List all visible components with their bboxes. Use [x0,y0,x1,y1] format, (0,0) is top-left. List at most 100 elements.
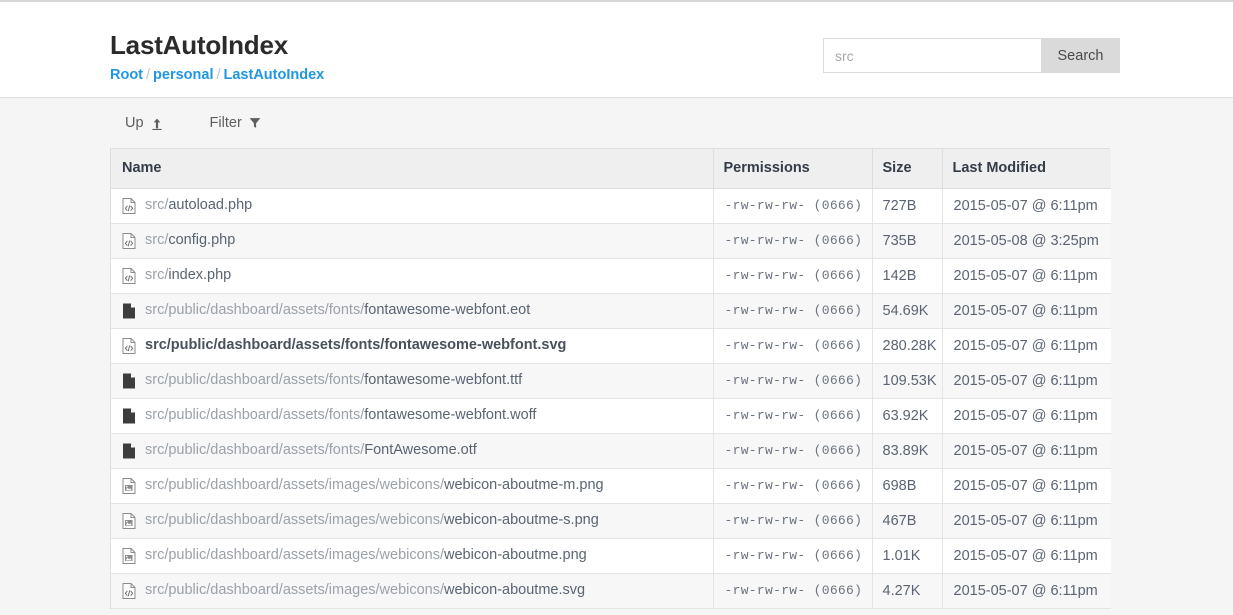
filter-label: Filter [209,114,242,131]
image-file-icon [122,547,136,564]
file-base-name: fontawesome-webfont.eot [364,302,531,319]
file-icon [122,303,136,319]
table-row[interactable]: src/public/dashboard/assets/fonts/fontaw… [111,363,1111,399]
cell-last-modified: 2015-05-07 @ 6:11pm [942,328,1111,364]
page-header: LastAutoIndex Root / personal / LastAutoInde… [0,2,1233,98]
code-file-icon [122,232,136,249]
cell-size: 1.01K [872,538,943,574]
breadcrumb-item-lastautoindex[interactable]: LastAutoIndex [224,67,325,83]
cell-last-modified: 2015-05-07 @ 6:11pm [942,188,1111,224]
up-button[interactable]: Up [125,116,163,131]
file-table-header: Name Permissions Size Last Modified [111,149,1111,189]
cell-permissions: -rw-rw-rw- (0666) [713,363,873,399]
cell-name[interactable]: src/public/dashboard/assets/fonts/fontaw… [111,328,714,364]
cell-last-modified: 2015-05-07 @ 6:11pm [942,398,1111,434]
file-name-link[interactable]: src/public/dashboard/assets/fonts/fontaw… [145,338,566,353]
search-input[interactable] [823,38,1041,73]
file-name-link[interactable]: src/public/dashboard/assets/images/webic… [145,478,604,493]
file-name-link[interactable]: src/public/dashboard/assets/images/webic… [145,583,585,598]
code-file-icon [122,197,136,214]
file-path-prefix: src/ [145,267,169,284]
file-path-prefix: src/public/dashboard/assets/images/webic… [145,582,445,599]
file-path-prefix: src/public/dashboard/assets/fonts/ [145,372,365,389]
image-file-icon [122,512,136,529]
cell-permissions: -rw-rw-rw- (0666) [713,258,873,294]
cell-size: 63.92K [872,398,943,434]
file-base-name: index.php [168,267,232,284]
cell-name[interactable]: src/index.php [111,258,714,294]
cell-permissions: -rw-rw-rw- (0666) [713,538,873,574]
file-name-link[interactable]: src/autoload.php [145,198,252,213]
file-table-container: Name Permissions Size Last Modified src/… [110,148,1111,609]
file-path-prefix: src/ [145,197,169,214]
file-name-link[interactable]: src/public/dashboard/assets/fonts/fontaw… [145,373,522,388]
cell-name[interactable]: src/public/dashboard/assets/images/webic… [111,503,714,539]
cell-size: 735B [872,223,943,259]
file-name-link[interactable]: src/index.php [145,268,231,283]
table-row[interactable]: src/public/dashboard/assets/images/webic… [111,538,1111,574]
table-row[interactable]: src/public/dashboard/assets/images/webic… [111,468,1111,504]
column-header-modified[interactable]: Last Modified [942,149,1111,189]
table-row[interactable]: src/public/dashboard/assets/fonts/fontaw… [111,293,1111,329]
breadcrumb-item-root[interactable]: Root [110,67,143,83]
cell-last-modified: 2015-05-07 @ 6:11pm [942,503,1111,539]
cell-permissions: -rw-rw-rw- (0666) [713,468,873,504]
table-row[interactable]: src/public/dashboard/assets/fonts/fontaw… [111,398,1111,434]
column-header-permissions[interactable]: Permissions [713,149,873,189]
table-header-row: Name Permissions Size Last Modified [111,149,1111,189]
column-header-size[interactable]: Size [872,149,943,189]
up-label: Up [125,114,144,131]
file-icon [122,443,136,459]
file-name-link[interactable]: src/config.php [145,233,235,248]
cell-name[interactable]: src/public/dashboard/assets/images/webic… [111,573,714,609]
cell-permissions: -rw-rw-rw- (0666) [713,398,873,434]
breadcrumb-item-personal[interactable]: personal [153,67,213,83]
file-path-prefix: src/public/dashboard/assets/fonts/ [145,337,385,354]
file-name-link[interactable]: src/public/dashboard/assets/images/webic… [145,513,599,528]
cell-permissions: -rw-rw-rw- (0666) [713,573,873,609]
file-base-name: autoload.php [168,197,253,214]
table-row[interactable]: src/index.php -rw-rw-rw- (0666) 142B 2015-0… [111,258,1111,294]
code-file-icon [122,582,136,599]
file-path-prefix: src/public/dashboard/assets/fonts/ [145,302,365,319]
cell-last-modified: 2015-05-07 @ 6:11pm [942,573,1111,609]
cell-name[interactable]: src/config.php [111,223,714,259]
file-name-link[interactable]: src/public/dashboard/assets/fonts/fontaw… [145,303,530,318]
file-name-link[interactable]: src/public/dashboard/assets/images/webic… [145,548,587,563]
file-name-link[interactable]: src/public/dashboard/assets/fonts/FontAw… [145,443,477,458]
cell-permissions: -rw-rw-rw- (0666) [713,223,873,259]
table-row[interactable]: src/autoload.php -rw-rw-rw- (0666) 727B 201… [111,188,1111,224]
cell-permissions: -rw-rw-rw- (0666) [713,328,873,364]
cell-size: 142B [872,258,943,294]
cell-name[interactable]: src/public/dashboard/assets/fonts/fontaw… [111,363,714,399]
cell-name[interactable]: src/autoload.php [111,188,714,224]
cell-name[interactable]: src/public/dashboard/assets/fonts/fontaw… [111,293,714,329]
breadcrumb-separator: / [216,67,221,83]
cell-name[interactable]: src/public/dashboard/assets/fonts/FontAw… [111,433,714,469]
cell-name[interactable]: src/public/dashboard/assets/images/webic… [111,468,714,504]
file-icon [122,373,136,389]
column-header-name[interactable]: Name [111,149,714,189]
cell-permissions: -rw-rw-rw- (0666) [713,293,873,329]
file-base-name: webicon-aboutme-m.png [444,477,604,494]
cell-last-modified: 2015-05-07 @ 6:11pm [942,433,1111,469]
file-base-name: webicon-aboutme-s.png [444,512,599,529]
search-button[interactable]: Search [1041,38,1120,73]
file-base-name: config.php [168,232,236,249]
cell-name[interactable]: src/public/dashboard/assets/fonts/fontaw… [111,398,714,434]
table-row[interactable]: src/public/dashboard/assets/images/webic… [111,503,1111,539]
filter-button[interactable]: Filter [210,116,261,131]
arrow-up-to-line-icon [151,117,163,130]
page-body: Up Filter Name Permissions Size Last Mod… [0,98,1233,609]
search-box: Search [823,38,1120,73]
cell-size: 109.53K [872,363,943,399]
cell-name[interactable]: src/public/dashboard/assets/images/webic… [111,538,714,574]
cell-size: 727B [872,188,943,224]
table-row[interactable]: src/public/dashboard/assets/fonts/fontaw… [111,328,1111,364]
file-name-link[interactable]: src/public/dashboard/assets/fonts/fontaw… [145,408,536,423]
image-file-icon [122,477,136,494]
file-base-name: FontAwesome.otf [364,442,477,459]
table-row[interactable]: src/public/dashboard/assets/images/webic… [111,573,1111,609]
table-row[interactable]: src/public/dashboard/assets/fonts/FontAw… [111,433,1111,469]
table-row[interactable]: src/config.php -rw-rw-rw- (0666) 735B 2015-… [111,223,1111,259]
